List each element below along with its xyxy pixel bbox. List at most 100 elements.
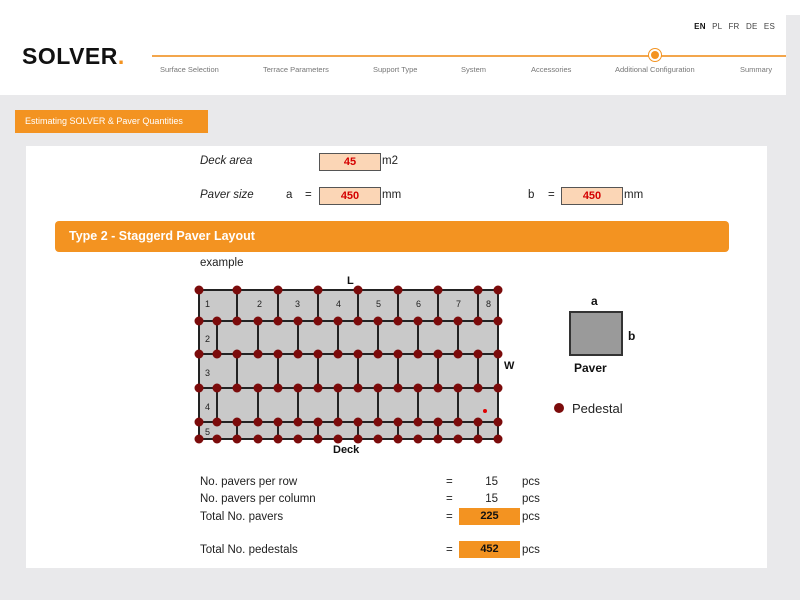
pedestal (473, 285, 483, 295)
pedestal (493, 285, 503, 295)
pedestal (473, 383, 483, 393)
pedestal (353, 349, 363, 359)
pedestal (273, 417, 283, 427)
pedestal (212, 349, 222, 359)
pedestal (313, 383, 323, 393)
total-pedestals-equals: = (446, 544, 453, 556)
pedestal (353, 316, 363, 326)
deck-grid (194, 285, 503, 444)
pedestal (493, 434, 503, 444)
pedestal (232, 349, 242, 359)
pedestal (232, 316, 242, 326)
pavers-per-row-equals: = (446, 476, 453, 488)
width-label: W (504, 360, 515, 372)
paver-legend-label: Paver (574, 361, 607, 375)
column-number-5: 5 (376, 299, 381, 309)
pedestal (493, 316, 503, 326)
row-number-4: 4 (205, 402, 210, 412)
pedestal (333, 316, 343, 326)
pedestal (473, 417, 483, 427)
pedestal (194, 349, 204, 359)
paver-legend-square (569, 311, 623, 356)
pedestal (293, 349, 303, 359)
paver-b-label: b (628, 329, 635, 343)
pedestal (293, 434, 303, 444)
total-pavers-equals: = (446, 511, 453, 523)
row-number-3: 3 (205, 368, 210, 378)
pedestal (393, 434, 403, 444)
total-pavers-unit: pcs (522, 511, 540, 523)
pedestal (453, 434, 463, 444)
pedestal (333, 349, 343, 359)
pedestal (473, 349, 483, 359)
pedestal (333, 417, 343, 427)
pedestal (493, 383, 503, 393)
pedestal-legend-label: Pedestal (572, 401, 623, 416)
pedestal (232, 383, 242, 393)
pedestal (273, 316, 283, 326)
pedestal (253, 349, 263, 359)
row-number-5: 5 (205, 427, 210, 437)
pedestal (493, 349, 503, 359)
pedestal (413, 349, 423, 359)
pavers-per-row-label: No. pavers per row (200, 476, 298, 488)
pedestal (433, 349, 443, 359)
pedestal (273, 285, 283, 295)
paver-a-label: a (591, 294, 598, 308)
total-pavers-value: 225 (459, 508, 520, 525)
pedestal (313, 417, 323, 427)
pedestal (194, 285, 204, 295)
pedestal (194, 316, 204, 326)
pedestal (293, 316, 303, 326)
pedestal (333, 434, 343, 444)
total-pedestals-label: Total No. pedestals (200, 544, 298, 556)
pedestal (373, 434, 383, 444)
pedestal (453, 316, 463, 326)
column-number-4: 4 (336, 299, 341, 309)
pedestal (253, 434, 263, 444)
pedestal (273, 434, 283, 444)
pedestal (212, 434, 222, 444)
paver-layout-diagram: L W Deck 1 2 3 4 5 6 7 8 2 3 4 5 a b Pav… (194, 275, 635, 456)
pedestal (433, 316, 443, 326)
pedestal (413, 434, 423, 444)
pedestal (433, 383, 443, 393)
pedestal (313, 349, 323, 359)
column-number-3: 3 (295, 299, 300, 309)
column-number-2: 2 (257, 299, 262, 309)
pedestal (393, 417, 403, 427)
pedestal (473, 434, 483, 444)
pedestal (373, 316, 383, 326)
pedestal (212, 383, 222, 393)
pedestal (393, 316, 403, 326)
pedestal (393, 285, 403, 295)
column-number-7: 7 (456, 299, 461, 309)
pedestal (453, 417, 463, 427)
pedestal (333, 383, 343, 393)
total-pavers-label: Total No. pavers (200, 511, 284, 523)
pedestal (393, 349, 403, 359)
pedestal (313, 434, 323, 444)
pedestal (212, 316, 222, 326)
total-pedestals-unit: pcs (522, 544, 540, 556)
pedestal (373, 383, 383, 393)
pedestal (232, 417, 242, 427)
pedestal (194, 417, 204, 427)
deck-label: Deck (333, 444, 360, 456)
total-pedestals-value: 452 (459, 541, 520, 558)
pedestal (273, 349, 283, 359)
pedestal (493, 417, 503, 427)
column-number-1: 1 (205, 299, 210, 309)
pedestal (253, 383, 263, 393)
marker-dot (483, 409, 487, 413)
pedestal (413, 383, 423, 393)
pavers-per-row-value: 15 (485, 476, 498, 488)
pedestal (413, 417, 423, 427)
pedestal (194, 434, 204, 444)
pavers-per-row-unit: pcs (522, 476, 540, 488)
pedestal (373, 349, 383, 359)
pavers-per-column-label: No. pavers per column (200, 493, 316, 505)
pedestal (353, 285, 363, 295)
pedestal (313, 316, 323, 326)
column-number-6: 6 (416, 299, 421, 309)
